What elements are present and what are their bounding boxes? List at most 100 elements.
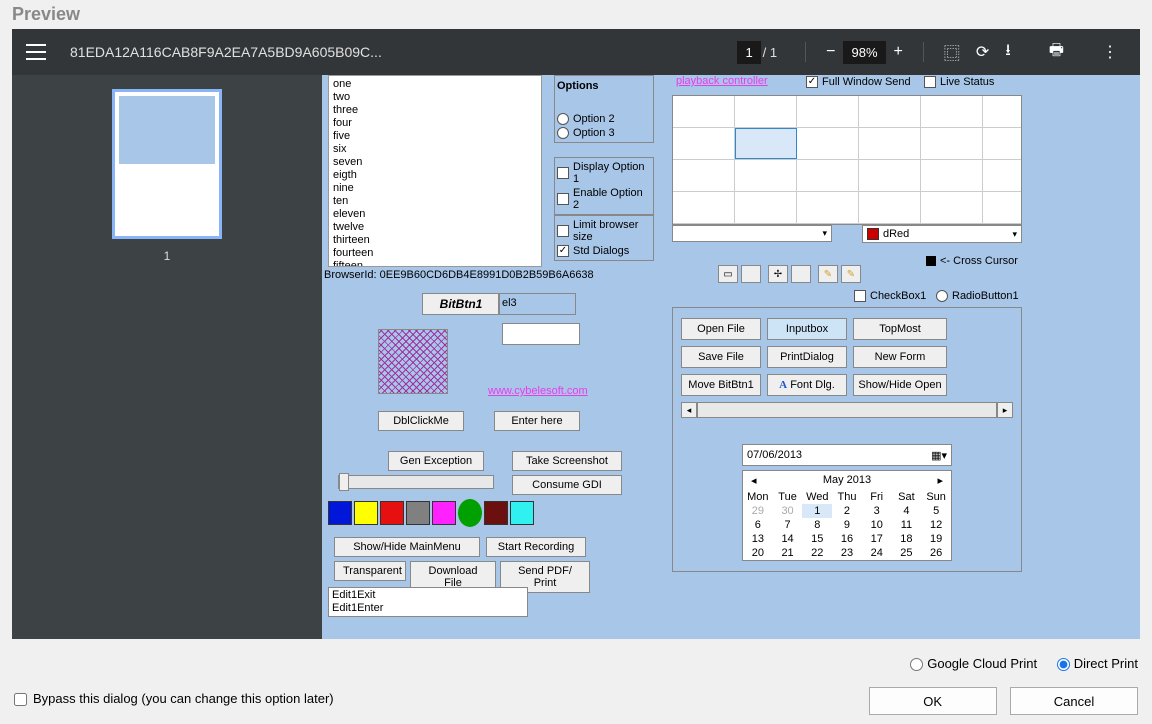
edit-listbox[interactable]: Edit1Exit Edit1Enter <box>328 587 528 617</box>
mini-btn-5[interactable]: ✎ <box>818 265 838 283</box>
cal-day[interactable]: 26 <box>921 546 951 560</box>
color-swatch[interactable] <box>458 499 482 527</box>
cal-day[interactable]: 25 <box>892 546 922 560</box>
more-icon[interactable]: ⋮ <box>1094 38 1126 66</box>
printdialog-button[interactable]: PrintDialog <box>767 346 847 368</box>
color-swatch[interactable] <box>406 501 430 525</box>
topmost-button[interactable]: TopMost <box>853 318 947 340</box>
ok-button[interactable]: OK <box>869 687 997 715</box>
cal-day[interactable]: 24 <box>862 546 892 560</box>
dblclick-button[interactable]: DblClickMe <box>378 411 464 431</box>
cal-day[interactable]: 18 <box>892 532 922 546</box>
list-item[interactable]: twelve <box>333 221 537 234</box>
calendar[interactable]: ◂ May 2013 ▸ MonTueWedThuFriSatSun293012… <box>742 470 952 561</box>
color-swatch[interactable] <box>432 501 456 525</box>
gen-exception-button[interactable]: Gen Exception <box>388 451 484 471</box>
menu-icon[interactable] <box>26 44 46 60</box>
transparent-button[interactable]: Transparent <box>334 561 406 581</box>
cal-next-icon[interactable]: ▸ <box>937 474 943 487</box>
list-item[interactable]: seven <box>333 156 537 169</box>
horizontal-scrollbar[interactable]: ◂ ▸ <box>681 402 1013 418</box>
slider[interactable] <box>338 475 494 489</box>
check-limit-browser[interactable] <box>557 225 569 237</box>
cal-day[interactable]: 11 <box>892 518 922 532</box>
dropdown-dred[interactable]: dRed <box>862 225 1022 243</box>
cal-prev-icon[interactable]: ◂ <box>751 474 757 487</box>
page-current[interactable]: 1 <box>737 41 760 64</box>
rotate-icon[interactable]: ⟳ <box>968 38 997 66</box>
check-display-option1[interactable] <box>557 167 569 179</box>
cal-day[interactable]: 5 <box>921 504 951 518</box>
radio-option2[interactable] <box>557 113 569 125</box>
zoom-out-button[interactable]: − <box>818 39 843 65</box>
cal-day[interactable]: 7 <box>773 518 803 532</box>
cal-day[interactable]: 15 <box>802 532 832 546</box>
checkbox1[interactable] <box>854 290 866 302</box>
list-item[interactable]: one <box>333 78 537 91</box>
cal-day[interactable]: 1 <box>802 504 832 518</box>
fit-page-icon[interactable]: ⿴ <box>936 36 968 68</box>
date-input[interactable]: 07/06/2013▦▾ <box>742 444 952 466</box>
download-icon[interactable]: ⭳ <box>997 35 1019 70</box>
page-thumbnail[interactable] <box>112 89 222 239</box>
calendar-dropdown-icon[interactable]: ▦▾ <box>931 449 947 462</box>
new-form-button[interactable]: New Form <box>853 346 947 368</box>
list-item[interactable]: thirteen <box>333 234 537 247</box>
bitbtn1-button[interactable]: BitBtn1 <box>422 293 500 315</box>
mini-btn-4[interactable] <box>791 265 811 283</box>
list-item[interactable]: ten <box>333 195 537 208</box>
cal-day[interactable]: 22 <box>802 546 832 560</box>
mini-btn-3[interactable]: ✢ <box>768 265 788 283</box>
color-swatch[interactable] <box>484 501 508 525</box>
list-item[interactable]: eigth <box>333 169 537 182</box>
playback-link[interactable]: playback controller <box>676 75 768 87</box>
cal-day[interactable]: 17 <box>862 532 892 546</box>
cal-day[interactable]: 12 <box>921 518 951 532</box>
direct-print-radio[interactable]: Direct Print <box>1057 656 1138 671</box>
mini-btn-6[interactable]: ✎ <box>841 265 861 283</box>
cal-day[interactable]: 30 <box>773 504 803 518</box>
radiobutton1[interactable] <box>936 290 948 302</box>
cal-day[interactable]: 9 <box>832 518 862 532</box>
cal-day[interactable]: 23 <box>832 546 862 560</box>
mini-btn-2[interactable] <box>741 265 761 283</box>
start-recording-button[interactable]: Start Recording <box>486 537 586 557</box>
cal-day[interactable]: 19 <box>921 532 951 546</box>
check-live-status[interactable] <box>924 76 936 88</box>
list-item[interactable]: five <box>333 130 537 143</box>
list-item[interactable]: four <box>333 117 537 130</box>
cal-day[interactable]: 2 <box>832 504 862 518</box>
edit-field[interactable] <box>502 323 580 345</box>
cal-day[interactable]: 13 <box>743 532 773 546</box>
check-std-dialogs[interactable] <box>557 245 569 257</box>
radio-option3[interactable] <box>557 127 569 139</box>
list-item[interactable]: six <box>333 143 537 156</box>
color-swatch[interactable] <box>328 501 352 525</box>
listbox[interactable]: onetwothreefourfivesixseveneigthninetene… <box>328 75 542 267</box>
cal-day[interactable]: 8 <box>802 518 832 532</box>
list-item[interactable]: two <box>333 91 537 104</box>
dropdown-1[interactable] <box>672 225 832 242</box>
cal-day[interactable]: 16 <box>832 532 862 546</box>
bypass-checkbox[interactable]: Bypass this dialog (you can change this … <box>14 691 334 706</box>
zoom-in-button[interactable]: + <box>886 39 911 65</box>
list-item[interactable]: fourteen <box>333 247 537 260</box>
save-file-button[interactable]: Save File <box>681 346 761 368</box>
cal-day[interactable]: 4 <box>892 504 922 518</box>
check-full-window[interactable] <box>806 76 818 88</box>
enter-here-button[interactable]: Enter here <box>494 411 580 431</box>
font-dlg-button[interactable]: A Font Dlg. <box>767 374 847 396</box>
cal-day[interactable]: 20 <box>743 546 773 560</box>
scroll-left-icon[interactable]: ◂ <box>681 402 697 418</box>
scroll-right-icon[interactable]: ▸ <box>997 402 1013 418</box>
color-swatch[interactable] <box>354 501 378 525</box>
grid-table[interactable] <box>672 95 1022 225</box>
cal-day[interactable]: 6 <box>743 518 773 532</box>
open-file-button[interactable]: Open File <box>681 318 761 340</box>
showhide-mainmenu-button[interactable]: Show/Hide MainMenu <box>334 537 480 557</box>
cancel-button[interactable]: Cancel <box>1010 687 1138 715</box>
print-icon[interactable]: 🖶 <box>1041 35 1072 70</box>
check-enable-option2[interactable] <box>557 193 569 205</box>
take-screenshot-button[interactable]: Take Screenshot <box>512 451 622 471</box>
mini-btn-1[interactable]: ▭ <box>718 265 738 283</box>
